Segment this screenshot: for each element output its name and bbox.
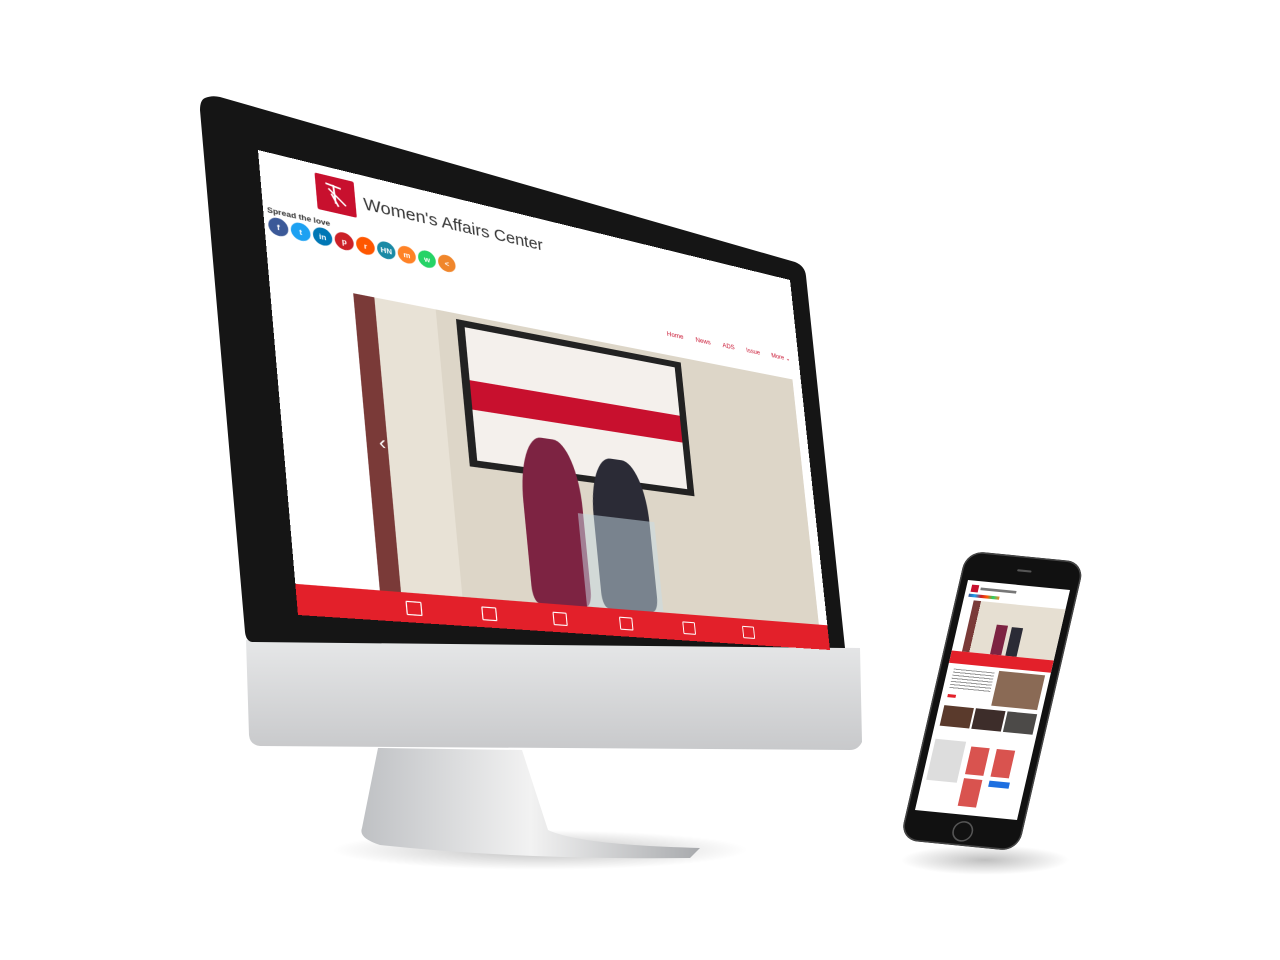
phone-article-image [991, 671, 1045, 710]
feather-logo-icon [314, 172, 356, 217]
site-logo[interactable] [314, 172, 356, 217]
quick-link-icon[interactable] [481, 606, 497, 621]
hero-photo-banner [456, 319, 695, 496]
linkedin-icon[interactable]: in [312, 226, 333, 248]
nav-ads[interactable]: ADS [722, 341, 735, 351]
phone-card [965, 746, 990, 775]
phone-logo [971, 585, 980, 593]
phone-thumb [940, 705, 974, 728]
slider-prev-arrow[interactable]: ‹ [378, 431, 387, 455]
facebook-icon[interactable]: f [268, 216, 289, 238]
whatsapp-icon[interactable]: w [417, 249, 436, 270]
quick-link-icon[interactable] [552, 612, 567, 626]
phone-title-line [980, 588, 1016, 594]
nav-issue[interactable]: Issue [746, 346, 761, 357]
phone-speaker [1017, 569, 1032, 572]
nav-home[interactable]: Home [667, 330, 684, 342]
phone-calendar [926, 739, 966, 783]
quick-link-icon[interactable] [406, 601, 423, 616]
pinterest-icon[interactable]: p [334, 230, 354, 252]
twitter-icon[interactable]: t [290, 221, 311, 243]
phone-thumb [1003, 711, 1037, 734]
hero-photo-podium [578, 513, 664, 612]
share-icon[interactable]: < [437, 253, 456, 274]
phone-article-text [949, 668, 995, 692]
phone-chat-bubble [988, 781, 1010, 789]
hackernews-icon[interactable]: HN [376, 240, 396, 261]
phone-home-button [950, 820, 975, 842]
monitor-chin [246, 640, 862, 750]
phone-card [990, 749, 1015, 778]
quick-link-icon[interactable] [742, 626, 755, 639]
quick-link-icon[interactable] [682, 621, 696, 635]
phone-article-button [947, 694, 956, 698]
hero-slider[interactable]: ‹ [353, 293, 819, 624]
monitor-stand [361, 748, 700, 858]
quick-link-icon[interactable] [619, 617, 634, 631]
phone-card [958, 778, 983, 807]
mix-icon[interactable]: m [397, 244, 417, 265]
reddit-icon[interactable]: r [355, 235, 375, 256]
phone-thumb [971, 708, 1005, 731]
phone-share-row [968, 594, 999, 600]
nav-more[interactable]: More ⌄ [771, 351, 791, 363]
nav-news[interactable]: News [695, 336, 711, 347]
